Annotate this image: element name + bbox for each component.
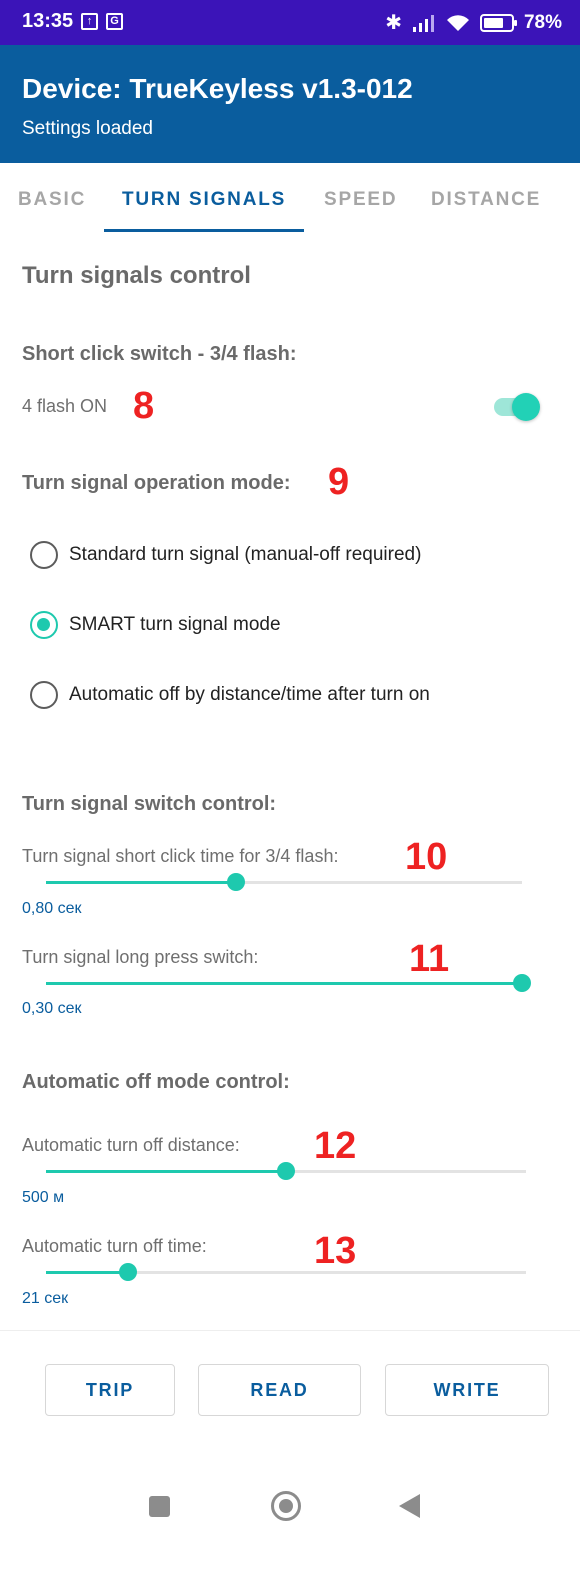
section-title: Turn signals control [22, 262, 251, 289]
tab-turn-signals[interactable]: TURN SIGNALS [122, 189, 286, 211]
trip-button[interactable]: TRIP [45, 1364, 175, 1416]
radio-button[interactable] [30, 681, 58, 709]
radio-label: Automatic off by distance/time after tur… [69, 684, 430, 705]
wifi-icon [446, 14, 469, 31]
radio-button[interactable] [30, 541, 58, 569]
slider-thumb[interactable] [227, 873, 246, 891]
annotation-9: 9 [328, 461, 350, 503]
radio-label: SMART turn signal mode [69, 614, 281, 635]
device-title: Device: TrueKeyless v1.3-012 [22, 73, 413, 104]
bluetooth-icon: ✱ [385, 12, 402, 34]
long-press-value: 0,30 сек [22, 1000, 82, 1017]
operation-mode-heading: Turn signal operation mode: [22, 472, 291, 494]
home-icon[interactable] [271, 1491, 301, 1521]
tab-basic[interactable]: BASIC [18, 189, 86, 211]
upload-icon: ↑ [81, 13, 98, 30]
auto-off-distance-slider[interactable] [46, 1161, 526, 1181]
radio-option-automatic-off[interactable]: Automatic off by distance/time after tur… [30, 678, 430, 712]
short-click-time-slider[interactable] [46, 872, 522, 892]
auto-off-time-label: Automatic turn off time: [22, 1236, 207, 1256]
divider [0, 1330, 580, 1331]
battery-level-fill [483, 17, 504, 28]
slider-thumb[interactable] [277, 1162, 295, 1180]
tab-active-indicator [104, 229, 304, 232]
read-button[interactable]: READ [198, 1364, 361, 1416]
radio-label: Standard turn signal (manual-off require… [69, 544, 422, 565]
annotation-8: 8 [133, 385, 155, 427]
slider-fill [46, 982, 522, 985]
radio-option-standard[interactable]: Standard turn signal (manual-off require… [30, 538, 421, 572]
short-click-time-value: 0,80 сек [22, 900, 82, 917]
radio-button[interactable] [30, 611, 58, 639]
auto-off-distance-value: 500 м [22, 1189, 65, 1206]
radio-option-smart[interactable]: SMART turn signal mode [30, 608, 281, 642]
battery-icon [479, 13, 517, 32]
slider-fill [46, 881, 237, 884]
slider-fill [46, 1271, 128, 1274]
slider-thumb[interactable] [513, 974, 531, 992]
status-subtitle: Settings loaded [22, 118, 153, 139]
toggle-thumb [512, 393, 540, 421]
auto-off-distance-label: Automatic turn off distance: [22, 1135, 240, 1155]
status-bar: 13:35 ↑ G ✱ 78% [0, 0, 580, 45]
auto-off-time-slider[interactable] [46, 1262, 526, 1282]
tab-bar: BASIC TURN SIGNALS SPEED DISTANCE [0, 163, 580, 235]
status-time: 13:35 [22, 10, 74, 32]
app-bar: Device: TrueKeyless v1.3-012 Settings lo… [0, 45, 580, 163]
switch-control-heading: Turn signal switch control: [22, 793, 277, 815]
auto-off-time-value: 21 сек [22, 1290, 69, 1307]
short-click-state-label: 4 flash ON [22, 396, 108, 416]
auto-off-heading: Automatic off mode control: [22, 1071, 290, 1093]
signal-icon [412, 14, 434, 32]
translate-icon: G [106, 13, 123, 30]
four-flash-toggle[interactable] [492, 390, 542, 424]
slider-thumb[interactable] [118, 1263, 137, 1281]
long-press-slider[interactable] [46, 973, 531, 993]
write-button[interactable]: WRITE [385, 1364, 549, 1416]
tab-speed[interactable]: SPEED [324, 189, 397, 211]
battery-percent: 78% [523, 11, 562, 33]
back-icon[interactable] [399, 1494, 420, 1518]
short-click-heading: Short click switch - 3/4 flash: [22, 343, 297, 365]
status-icons: ✱ 78% [385, 10, 562, 35]
long-press-label: Turn signal long press switch: [22, 947, 259, 967]
recents-icon[interactable] [149, 1496, 170, 1517]
short-click-time-label: Turn signal short click time for 3/4 fla… [22, 846, 339, 866]
slider-fill [46, 1170, 286, 1173]
tab-distance[interactable]: DISTANCE [431, 189, 541, 211]
